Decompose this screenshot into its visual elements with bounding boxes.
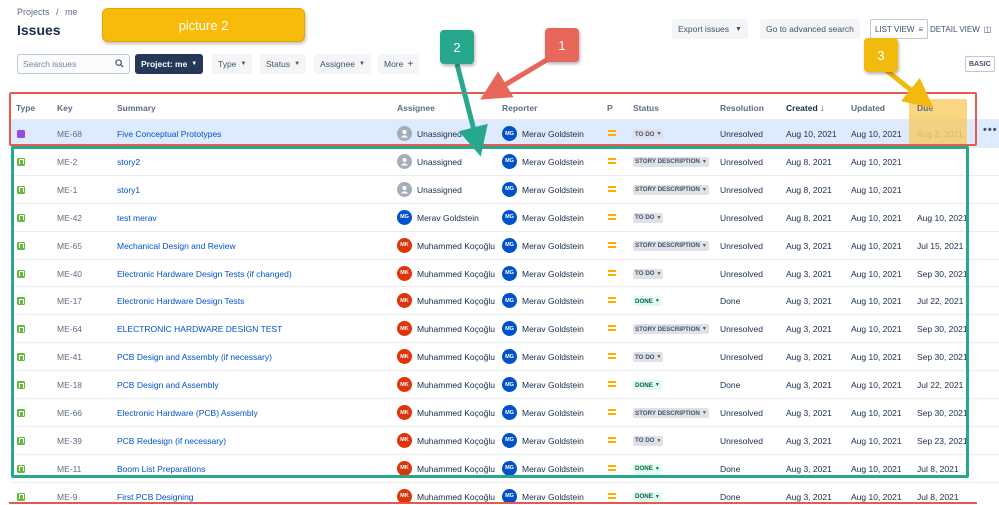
- assignee-filter[interactable]: Assignee ▼: [314, 54, 371, 74]
- callout-3: 3: [864, 38, 898, 72]
- advanced-search-button[interactable]: Go to advanced search: [760, 19, 860, 39]
- search-icon: [115, 58, 124, 70]
- search-input[interactable]: Search issues: [17, 54, 130, 74]
- chevron-down-icon: ▼: [240, 61, 247, 67]
- arrow-1: [480, 55, 552, 100]
- page-title: Issues: [17, 22, 61, 38]
- project-filter[interactable]: Project: me ▼: [135, 54, 204, 74]
- type-filter[interactable]: Type ▼: [212, 54, 253, 74]
- breadcrumb: Projects / me: [17, 7, 82, 17]
- list-view-label: LIST VIEW: [875, 24, 915, 34]
- list-icon: ≡: [918, 24, 924, 34]
- chevron-down-icon: ▼: [191, 61, 198, 67]
- export-issues-button[interactable]: Export issues ▼: [672, 19, 748, 39]
- callout-1: 1: [545, 28, 579, 62]
- story-type-icon: [17, 492, 25, 501]
- detail-icon: ◫: [983, 24, 992, 34]
- more-filter[interactable]: More +: [378, 54, 420, 74]
- advanced-search-label: Go to advanced search: [766, 24, 854, 34]
- callout-2: 2: [440, 30, 474, 64]
- assignee-name: Muhammed Koçoğlu: [417, 491, 495, 502]
- more-filter-label: More: [384, 59, 404, 69]
- assignee-filter-label: Assignee: [320, 59, 355, 69]
- list-view-button[interactable]: LIST VIEW ≡: [870, 19, 929, 39]
- detail-view-label: DETAIL VIEW: [930, 24, 980, 34]
- chevron-down-icon: ▼: [294, 61, 301, 67]
- detail-view-button[interactable]: DETAIL VIEW ◫: [926, 19, 995, 39]
- search-placeholder: Search issues: [23, 59, 77, 69]
- priority-medium-icon: [608, 492, 616, 499]
- annotation-box-header: [9, 92, 977, 146]
- updated-date: Aug 10, 2021: [851, 491, 902, 502]
- created-date: Aug 3, 2021: [786, 491, 832, 502]
- resolution: Done: [720, 491, 741, 502]
- breadcrumb-separator: /: [56, 7, 59, 17]
- type-filter-label: Type: [218, 59, 237, 69]
- picture-label-annotation: picture 2: [102, 8, 305, 42]
- breadcrumb-projects-link[interactable]: Projects: [17, 7, 50, 17]
- due-date: Jul 8, 2021: [917, 491, 959, 502]
- export-issues-label: Export issues: [678, 24, 730, 34]
- status-lozenge[interactable]: DONE ▼: [633, 491, 662, 502]
- plus-icon: +: [407, 58, 414, 70]
- basic-search-button[interactable]: BASIC: [965, 56, 995, 72]
- reporter-name: Merav Goldstein: [522, 491, 584, 502]
- more-actions-icon[interactable]: •••: [983, 124, 998, 136]
- annotation-box-rows: [11, 146, 969, 478]
- chevron-down-icon: ▼: [654, 493, 660, 500]
- issue-summary-link[interactable]: First PCB Designing: [117, 492, 194, 502]
- status-filter[interactable]: Status ▼: [260, 54, 307, 74]
- project-filter-label: Project: me: [141, 59, 188, 69]
- issue-key[interactable]: ME-9: [57, 492, 77, 502]
- status-filter-label: Status: [266, 59, 291, 69]
- chevron-down-icon: ▼: [735, 25, 742, 33]
- annotation-bottom-line: [9, 502, 977, 504]
- chevron-down-icon: ▼: [358, 61, 365, 67]
- breadcrumb-project-link[interactable]: me: [65, 7, 78, 17]
